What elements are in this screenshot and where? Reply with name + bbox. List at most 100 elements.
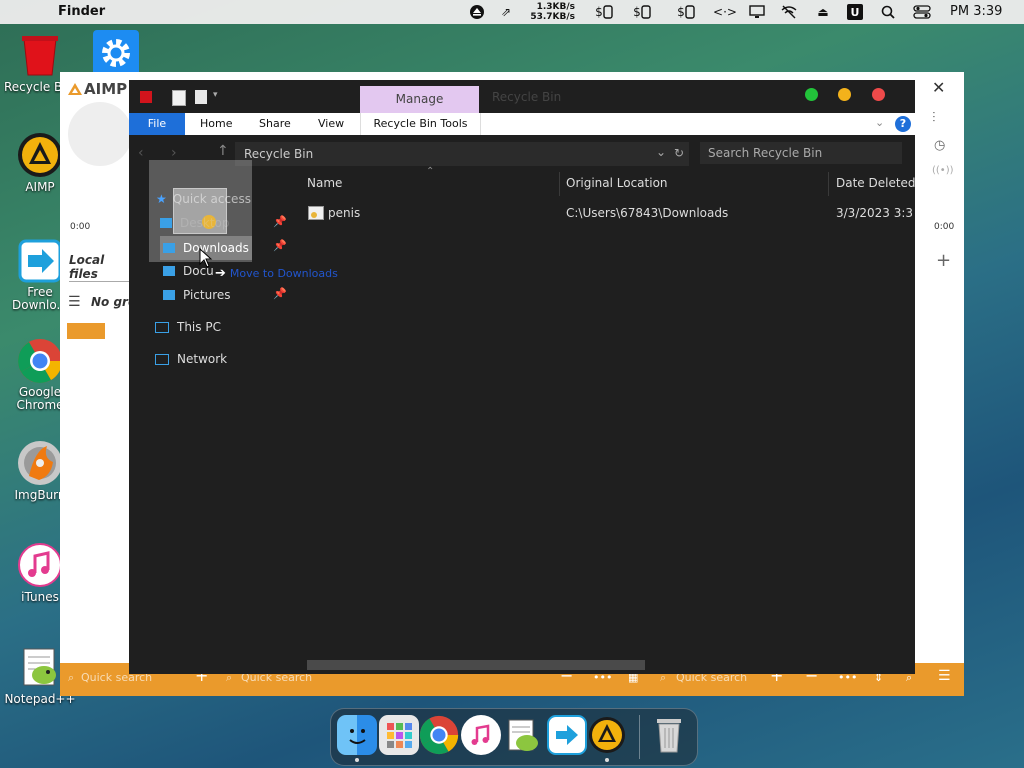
- recycle-bin-window[interactable]: ▾ Manage Recycle Bin File Home Share Vie…: [129, 80, 916, 674]
- pin-icon[interactable]: 📌: [273, 287, 287, 300]
- search-icon: ⌕: [68, 671, 75, 684]
- playlist-tab-marker[interactable]: [67, 323, 105, 339]
- running-indicator: [355, 758, 359, 762]
- column-separator[interactable]: [828, 172, 829, 196]
- customize-toolbar-icon[interactable]: ▾: [213, 90, 218, 100]
- certificate-file-icon: [308, 206, 324, 220]
- column-header-original-location[interactable]: Original Location: [566, 176, 668, 192]
- broadcast-icon[interactable]: ((•)): [932, 165, 954, 176]
- chrome-icon[interactable]: [419, 715, 459, 755]
- pin-icon[interactable]: 📌: [273, 239, 287, 252]
- back-button[interactable]: ‹: [138, 145, 144, 161]
- aimp-icon[interactable]: [587, 715, 627, 755]
- close-icon[interactable]: ✕: [932, 78, 945, 97]
- new-folder-icon[interactable]: [195, 90, 207, 104]
- device-icon[interactable]: $: [674, 5, 698, 19]
- network-icon: [155, 353, 169, 365]
- net-up: 1.3KB/s: [536, 2, 575, 12]
- window-title: Recycle Bin: [492, 90, 562, 104]
- address-text: Recycle Bin: [244, 147, 314, 161]
- imgburn-icon: [17, 440, 63, 486]
- tab-recycle-bin-tools[interactable]: Recycle Bin Tools: [360, 113, 481, 135]
- help-icon[interactable]: ?: [895, 116, 911, 132]
- recycle-bin-small-icon: [140, 91, 152, 103]
- launchpad-icon[interactable]: [379, 715, 419, 755]
- manage-tab[interactable]: Manage: [360, 86, 479, 113]
- network-speed: 1.3KB/s 53.7KB/s: [525, 2, 575, 26]
- up-button[interactable]: ↑: [217, 143, 229, 159]
- upload-icon[interactable]: ⏏: [815, 5, 831, 19]
- traffic-light-yellow[interactable]: [838, 88, 851, 101]
- search-box[interactable]: Search Recycle Bin: [700, 142, 902, 164]
- downloads-folder-icon: [163, 243, 175, 253]
- file-original-location: C:\Users\67843\Downloads: [566, 206, 729, 220]
- column-separator[interactable]: [559, 172, 560, 196]
- refresh-icon[interactable]: ↻: [674, 146, 684, 160]
- desktop-folder-icon: [160, 218, 172, 228]
- clock[interactable]: PM 3:39: [950, 0, 1002, 24]
- properties-icon[interactable]: [172, 90, 186, 106]
- itunes-icon: [17, 542, 63, 588]
- menu-icon[interactable]: ☰: [938, 668, 951, 684]
- app-name[interactable]: Finder: [58, 0, 105, 24]
- phone-icon[interactable]: $: [630, 5, 654, 19]
- address-bar[interactable]: Recycle Bin ⌄ ↻: [235, 142, 689, 166]
- ublock-icon[interactable]: U: [847, 4, 863, 20]
- arrow-right-icon: ➔: [215, 266, 226, 281]
- traffic-light-red[interactable]: [872, 88, 885, 101]
- expand-ribbon-icon[interactable]: ⌄: [875, 116, 884, 129]
- gear-icon: [93, 30, 139, 76]
- column-header-name[interactable]: Name: [307, 176, 342, 192]
- tab-home[interactable]: Home: [200, 113, 232, 135]
- forward-button[interactable]: ›: [171, 145, 177, 161]
- pin-icon[interactable]: 📌: [273, 215, 287, 228]
- sidebar-item-desktop[interactable]: Desktop: [160, 216, 230, 230]
- desktop-icon-settings[interactable]: [76, 30, 156, 78]
- ribbon-tabs: File Home Share View Recycle Bin Tools ⌄…: [129, 113, 915, 135]
- history-icon[interactable]: ◷: [934, 138, 945, 153]
- local-files-tab[interactable]: Local files: [69, 253, 129, 282]
- finder-icon[interactable]: [337, 715, 377, 755]
- sidebar-item-label: Desktop: [180, 216, 230, 230]
- column-header-date-deleted[interactable]: Date Deleted: [836, 176, 916, 192]
- tab-share[interactable]: Share: [259, 113, 291, 135]
- wifi-off-icon[interactable]: [780, 5, 798, 19]
- sort-arrow-icon: ⌃: [426, 166, 435, 177]
- sidebar-item-network[interactable]: Network: [155, 352, 227, 366]
- tab-file[interactable]: File: [129, 113, 185, 135]
- trash-icon[interactable]: [649, 715, 689, 755]
- eject-icon[interactable]: [469, 5, 485, 19]
- sidebar-item-this-pc[interactable]: This PC: [155, 320, 221, 334]
- desktop-icon-label: Recycle Bin: [4, 80, 62, 94]
- aimp-logo-icon: [68, 83, 82, 95]
- title-bar: ▾ Manage Recycle Bin: [129, 80, 915, 113]
- display-icon[interactable]: [748, 5, 766, 19]
- chevron-down-icon[interactable]: ⌄: [656, 145, 666, 159]
- equalizer-icon[interactable]: ⫶: [932, 110, 936, 126]
- network-activity-icon: ⇗: [500, 5, 512, 19]
- add-icon[interactable]: +: [936, 250, 951, 271]
- svg-text:U: U: [851, 6, 860, 19]
- menu-icon[interactable]: ☰: [68, 294, 81, 310]
- star-icon: ★: [156, 192, 167, 206]
- drag-tooltip-text: Move to Downloads: [229, 267, 338, 280]
- sidebar-item-pictures[interactable]: Pictures: [163, 288, 231, 302]
- aimp-logo: AIMP: [68, 80, 127, 98]
- sidebar-item-label: This PC: [177, 320, 221, 334]
- code-icon[interactable]: <·>: [713, 5, 737, 19]
- notepadpp-icon[interactable]: [503, 715, 543, 755]
- itunes-icon[interactable]: [461, 715, 501, 755]
- notepadpp-icon: [17, 644, 63, 690]
- control-center-icon[interactable]: [913, 5, 931, 19]
- search-icon[interactable]: [880, 5, 896, 19]
- file-row[interactable]: penis C:\Users\67843\Downloads 3/3/2023 …: [299, 202, 915, 224]
- traffic-light-green[interactable]: [805, 88, 818, 101]
- horizontal-scrollbar[interactable]: [307, 660, 645, 670]
- free-download-manager-icon[interactable]: [547, 715, 587, 755]
- search-input[interactable]: Search Recycle Bin: [708, 146, 822, 160]
- running-indicator: [605, 758, 609, 762]
- sidebar-item-label: Downloads: [183, 241, 249, 255]
- phone-battery-icon[interactable]: $: [592, 5, 616, 19]
- tab-view[interactable]: View: [318, 113, 344, 135]
- menu-bar: Finder ⇗ 1.3KB/s 53.7KB/s $ $ $ <·> ⏏ U …: [0, 0, 1024, 24]
